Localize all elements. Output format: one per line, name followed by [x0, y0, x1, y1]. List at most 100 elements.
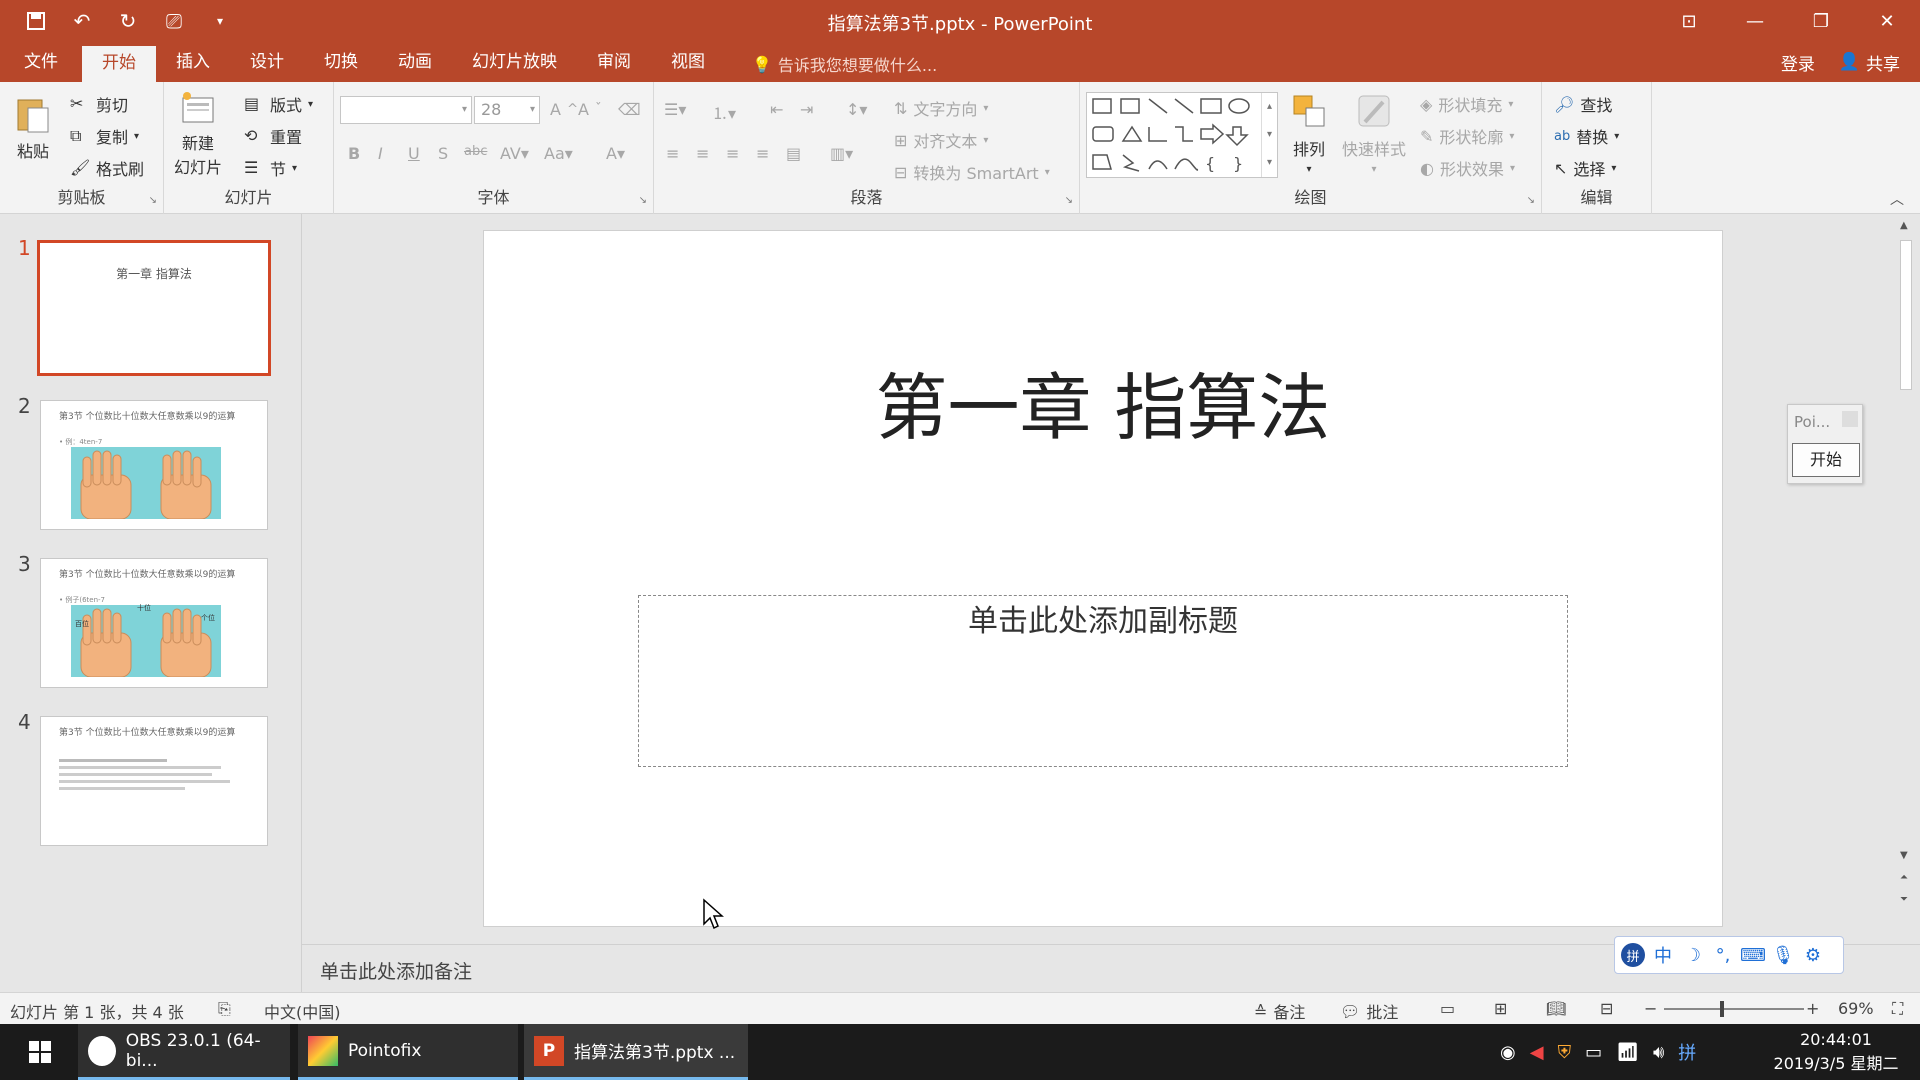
tab-animations[interactable]: 动画: [378, 42, 452, 82]
grow-font-icon[interactable]: A ^: [550, 100, 578, 119]
align-right-icon[interactable]: ≡: [726, 144, 739, 163]
new-slide-button[interactable]: 新建 幻灯片: [174, 90, 222, 178]
zoom-slider[interactable]: [1664, 1001, 1804, 1017]
taskbar-obs[interactable]: OBS 23.0.1 (64-bi...: [78, 1024, 290, 1080]
restore-button[interactable]: ❐: [1788, 0, 1854, 42]
battery-icon[interactable]: ▭: [1585, 1042, 1602, 1063]
reset-button[interactable]: ⟲ 重置: [244, 124, 302, 148]
tab-slideshow[interactable]: 幻灯片放映: [452, 42, 577, 82]
find-button[interactable]: 🔎︎ 查找: [1554, 92, 1612, 116]
ime-keyboard-icon[interactable]: ⌨: [1740, 943, 1766, 967]
slide-canvas[interactable]: 第一章 指算法 单击此处添加副标题: [483, 230, 1723, 927]
taskbar-powerpoint[interactable]: P 指算法第3节.pptx ...: [524, 1024, 748, 1080]
font-size-combo[interactable]: 28 ▾: [474, 96, 540, 124]
tell-me-box[interactable]: 💡 告诉我您想要做什么...: [752, 52, 937, 76]
underline-icon[interactable]: U: [408, 144, 420, 163]
slide-thumbnail-4[interactable]: 第3节 个位数比十位数大任意数乘以9的运算: [40, 716, 268, 846]
slide-thumbnail-3[interactable]: 第3节 个位数比十位数大任意数乘以9的运算 • 例子(6ten-7 十位 百位 …: [40, 558, 268, 688]
align-center-icon[interactable]: ≡: [696, 144, 709, 163]
volume-icon[interactable]: 🔊︎: [1653, 1042, 1664, 1063]
align-left-icon[interactable]: ≡: [666, 144, 679, 163]
spellcheck-icon[interactable]: ⎘: [218, 999, 231, 1019]
zoom-slider-thumb[interactable]: [1720, 1001, 1724, 1017]
shrink-font-icon[interactable]: Aˇ: [578, 100, 602, 119]
scroll-up-icon[interactable]: ▲: [1900, 220, 1908, 231]
tab-view[interactable]: 视图: [651, 42, 725, 82]
login-link[interactable]: 登录: [1781, 50, 1815, 75]
ime-settings-icon[interactable]: ⚙: [1801, 943, 1825, 967]
select-button[interactable]: ↖ 选择 ▾: [1554, 156, 1616, 180]
minimize-button[interactable]: —: [1722, 0, 1788, 42]
vertical-scrollbar[interactable]: ▲ ▼ ⏶ ⏷: [1896, 220, 1916, 920]
paste-button[interactable]: 粘贴: [14, 94, 52, 162]
subtitle-placeholder[interactable]: 单击此处添加副标题: [638, 595, 1568, 767]
decrease-indent-icon[interactable]: ⇤: [770, 100, 783, 119]
obs-tray-icon[interactable]: ◉: [1500, 1042, 1516, 1063]
align-text-button[interactable]: ⊞ 对齐文本 ▾: [894, 128, 988, 152]
dialog-launcher-icon[interactable]: ↘: [1527, 195, 1535, 206]
prev-slide-icon[interactable]: ⏶: [1900, 872, 1908, 883]
pointofix-start-button[interactable]: 开始: [1792, 443, 1860, 477]
smartart-button[interactable]: ⊟ 转换为 SmartArt ▾: [894, 160, 1050, 184]
copy-button[interactable]: ⧉ 复制 ▾: [70, 124, 139, 148]
notes-toggle[interactable]: ≙ 备注: [1254, 999, 1305, 1023]
char-spacing-icon[interactable]: AV▾: [500, 144, 529, 163]
reading-view-icon[interactable]: 📖︎: [1546, 999, 1566, 1018]
ime-halfwidth-icon[interactable]: ☽: [1681, 943, 1705, 967]
font-name-combo[interactable]: ▾: [340, 96, 472, 124]
slideshow-view-icon[interactable]: ⊟: [1600, 999, 1613, 1018]
collapse-ribbon-icon[interactable]: ︿: [1890, 189, 1904, 209]
tab-file[interactable]: 文件: [0, 42, 82, 82]
change-case-icon[interactable]: Aa▾: [544, 144, 573, 163]
language-indicator[interactable]: 中文(中国): [264, 999, 341, 1023]
ime-chinese-mode-icon[interactable]: 中: [1651, 943, 1675, 967]
comments-toggle[interactable]: 💬︎ 批注: [1340, 999, 1398, 1023]
shape-effects-button[interactable]: ◐ 形状效果 ▾: [1420, 156, 1515, 180]
clear-format-icon[interactable]: ⌫: [618, 100, 641, 119]
increase-indent-icon[interactable]: ⇥: [800, 100, 813, 119]
pointofix-close-icon[interactable]: [1842, 411, 1858, 427]
slide-thumbnail-2[interactable]: 第3节 个位数比十位数大任意数乘以9的运算 • 例：4ten-7: [40, 400, 268, 530]
scroll-thumb[interactable]: [1900, 240, 1912, 390]
numbering-icon[interactable]: ⒈▾: [712, 100, 736, 124]
tab-review[interactable]: 审阅: [577, 42, 651, 82]
font-color-icon[interactable]: A▾: [606, 144, 625, 163]
ime-logo-icon[interactable]: 拼: [1621, 943, 1645, 967]
normal-view-icon[interactable]: ▭: [1440, 999, 1455, 1018]
shape-outline-button[interactable]: ✎ 形状轮廓 ▾: [1420, 124, 1514, 148]
zoom-in-icon[interactable]: +: [1806, 999, 1819, 1018]
wifi-icon[interactable]: 📶︎: [1616, 1042, 1639, 1063]
justify-icon[interactable]: ≡: [756, 144, 769, 163]
clock[interactable]: 20:44:01 2019/3/5 星期二: [1766, 1028, 1906, 1076]
zoom-out-icon[interactable]: −: [1644, 999, 1657, 1018]
layout-button[interactable]: ▤ 版式 ▾: [244, 92, 313, 116]
taskbar-pointofix[interactable]: Pointofix: [298, 1024, 518, 1080]
format-painter-button[interactable]: 🖌 格式刷: [70, 156, 144, 180]
shield-icon[interactable]: ⛨: [1558, 1042, 1572, 1063]
dialog-launcher-icon[interactable]: ↘: [149, 195, 157, 206]
zoom-level[interactable]: 69%: [1838, 999, 1874, 1018]
dialog-launcher-icon[interactable]: ↘: [1065, 195, 1073, 206]
line-spacing-icon[interactable]: ↕▾: [846, 100, 867, 119]
ime-punctuation-icon[interactable]: °,: [1711, 943, 1735, 967]
slide-title[interactable]: 第一章 指算法: [484, 349, 1722, 454]
tab-transitions[interactable]: 切换: [304, 42, 378, 82]
next-slide-icon[interactable]: ⏷: [1900, 894, 1908, 905]
gallery-scroll[interactable]: ▴ ▾ ▾: [1261, 93, 1277, 177]
tab-insert[interactable]: 插入: [156, 42, 230, 82]
scroll-down-icon[interactable]: ▼: [1900, 850, 1908, 861]
replace-button[interactable]: ab 替换 ▾: [1554, 124, 1619, 148]
slide-sorter-icon[interactable]: ⊞: [1494, 999, 1507, 1018]
speaker-muted-icon[interactable]: ◀: [1530, 1042, 1544, 1063]
quick-styles-button[interactable]: 快速样式 ▾: [1342, 92, 1406, 175]
text-direction-button[interactable]: ⇅ 文字方向 ▾: [894, 96, 988, 120]
italic-icon[interactable]: I: [378, 144, 383, 163]
shapes-gallery[interactable]: { } ▴ ▾ ▾: [1086, 92, 1278, 178]
dialog-launcher-icon[interactable]: ↘: [639, 195, 647, 206]
bold-icon[interactable]: B: [348, 144, 360, 163]
cut-button[interactable]: ✂ 剪切: [70, 92, 128, 116]
tab-home[interactable]: 开始: [82, 46, 156, 82]
bullets-icon[interactable]: ☰▾: [664, 100, 686, 119]
share-button[interactable]: 👤 共享: [1839, 50, 1900, 75]
ime-microphone-icon[interactable]: 🎙︎: [1771, 943, 1795, 967]
